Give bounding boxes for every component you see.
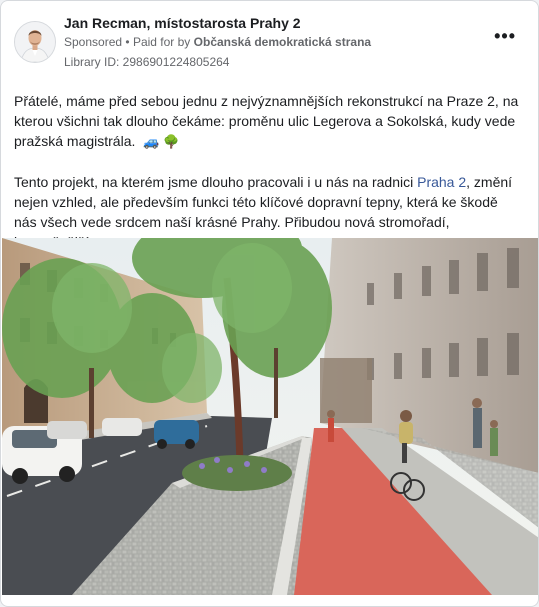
author-name[interactable]: Jan Recman, místostarosta Prahy 2 [64, 15, 301, 31]
street-rendering-image [2, 238, 538, 595]
library-id: Library ID: 2986901224805264 [64, 55, 230, 69]
dot-separator: • [125, 35, 133, 49]
car-tree-emoji-icon: 🚙 🌳 [143, 134, 180, 149]
paid-for-by-name[interactable]: Občanská demokratická strana [194, 35, 371, 49]
paid-for-by-prefix: Paid for by [132, 35, 191, 49]
post-header: Jan Recman, místostarosta Prahy 2 Sponso… [1, 1, 538, 75]
sponsored-label: Sponsored [64, 35, 123, 49]
avatar[interactable] [14, 21, 56, 63]
profile-photo [15, 22, 55, 62]
praha2-link[interactable]: Praha 2 [417, 174, 466, 190]
sponsored-line: Sponsored • Paid for by Občanská demokra… [64, 35, 371, 49]
paragraph-1: Přátelé, máme před sebou jednu z nejvýzn… [14, 91, 524, 152]
paragraph-1-text: Přátelé, máme před sebou jednu z nejvýzn… [14, 93, 519, 149]
ad-card: Jan Recman, místostarosta Prahy 2 Sponso… [0, 0, 539, 607]
more-options-icon[interactable]: ••• [494, 27, 516, 45]
paragraph-2-start: Tento projekt, na kterém jsme dlouho pra… [14, 174, 418, 190]
ad-image[interactable] [2, 238, 538, 595]
